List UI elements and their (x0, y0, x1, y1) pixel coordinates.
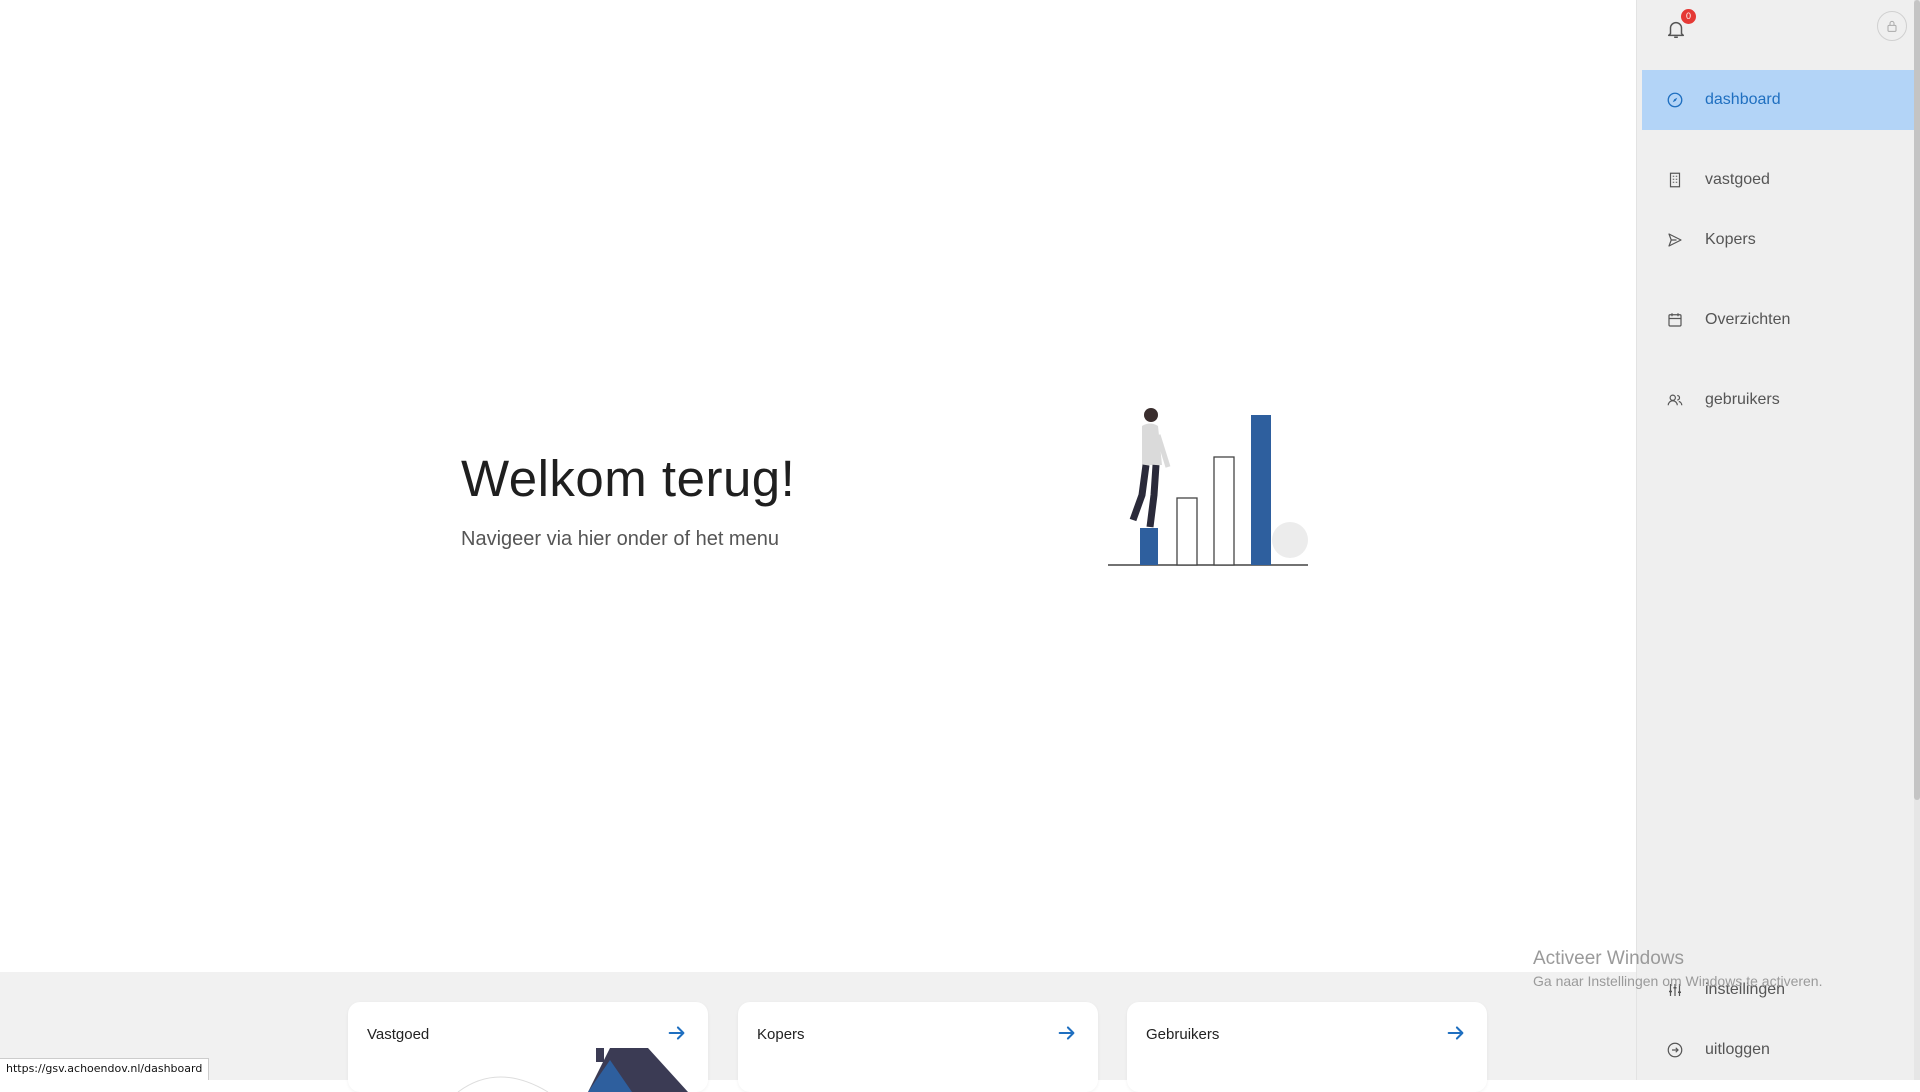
card-title: Kopers (757, 1026, 805, 1043)
growth-illustration (1108, 408, 1308, 566)
scrollbar-thumb[interactable] (1914, 0, 1920, 800)
sidebar-item-kopers[interactable]: Kopers (1642, 210, 1918, 270)
page-title: Welkom terug! (461, 450, 796, 507)
status-bar-url: https://gsv.achoendov.nl/dashboard (0, 1058, 210, 1080)
sidebar-item-dashboard[interactable]: dashboard (1642, 70, 1918, 130)
page-subtitle: Navigeer via hier onder of het menu (461, 528, 779, 550)
logout-icon (1665, 1040, 1685, 1060)
sidebar-item-vastgoed[interactable]: vastgoed (1642, 150, 1918, 210)
compass-icon (1665, 90, 1685, 110)
sidebar: 0 dashboard vastgoed Kopers Overzichten (1636, 0, 1920, 1080)
card-kopers[interactable]: Kopers (738, 1002, 1098, 1092)
sidebar-item-uitloggen[interactable]: uitloggen (1642, 1020, 1918, 1080)
arrow-right-icon[interactable] (1445, 1022, 1467, 1044)
sidebar-item-gebruikers[interactable]: gebruikers (1642, 370, 1918, 430)
users-icon (1665, 390, 1685, 410)
sidebar-header: 0 (1637, 0, 1920, 60)
sidebar-item-label: Kopers (1705, 231, 1756, 248)
sidebar-item-overzichten[interactable]: Overzichten (1642, 290, 1918, 350)
sidebar-item-label: dashboard (1705, 91, 1781, 108)
notification-badge: 0 (1681, 9, 1696, 24)
sidebar-item-label: gebruikers (1705, 391, 1780, 408)
sidebar-item-label: vastgoed (1705, 171, 1770, 188)
building-icon (1665, 170, 1685, 190)
sidebar-item-label: uitloggen (1705, 1041, 1770, 1058)
house-illustration (457, 1048, 688, 1092)
sidebar-item-label: Overzichten (1705, 311, 1791, 328)
watermark-title: Activeer Windows (1533, 948, 1684, 969)
main-content: Welkom terug! Navigeer via hier onder of… (0, 0, 1636, 1092)
watermark-text: Ga naar Instellingen om Windows te activ… (1533, 973, 1823, 989)
card-title: Gebruikers (1146, 1026, 1220, 1043)
arrow-right-icon[interactable] (1056, 1022, 1078, 1044)
send-icon (1665, 230, 1685, 250)
calendar-icon (1665, 310, 1685, 330)
lock-icon[interactable] (1877, 11, 1907, 41)
card-vastgoed[interactable]: Vastgoed (348, 1002, 708, 1092)
card-gebruikers[interactable]: Gebruikers (1127, 1002, 1487, 1092)
windows-activation-watermark: Activeer Windows Ga naar Instellingen om… (1533, 948, 1822, 989)
